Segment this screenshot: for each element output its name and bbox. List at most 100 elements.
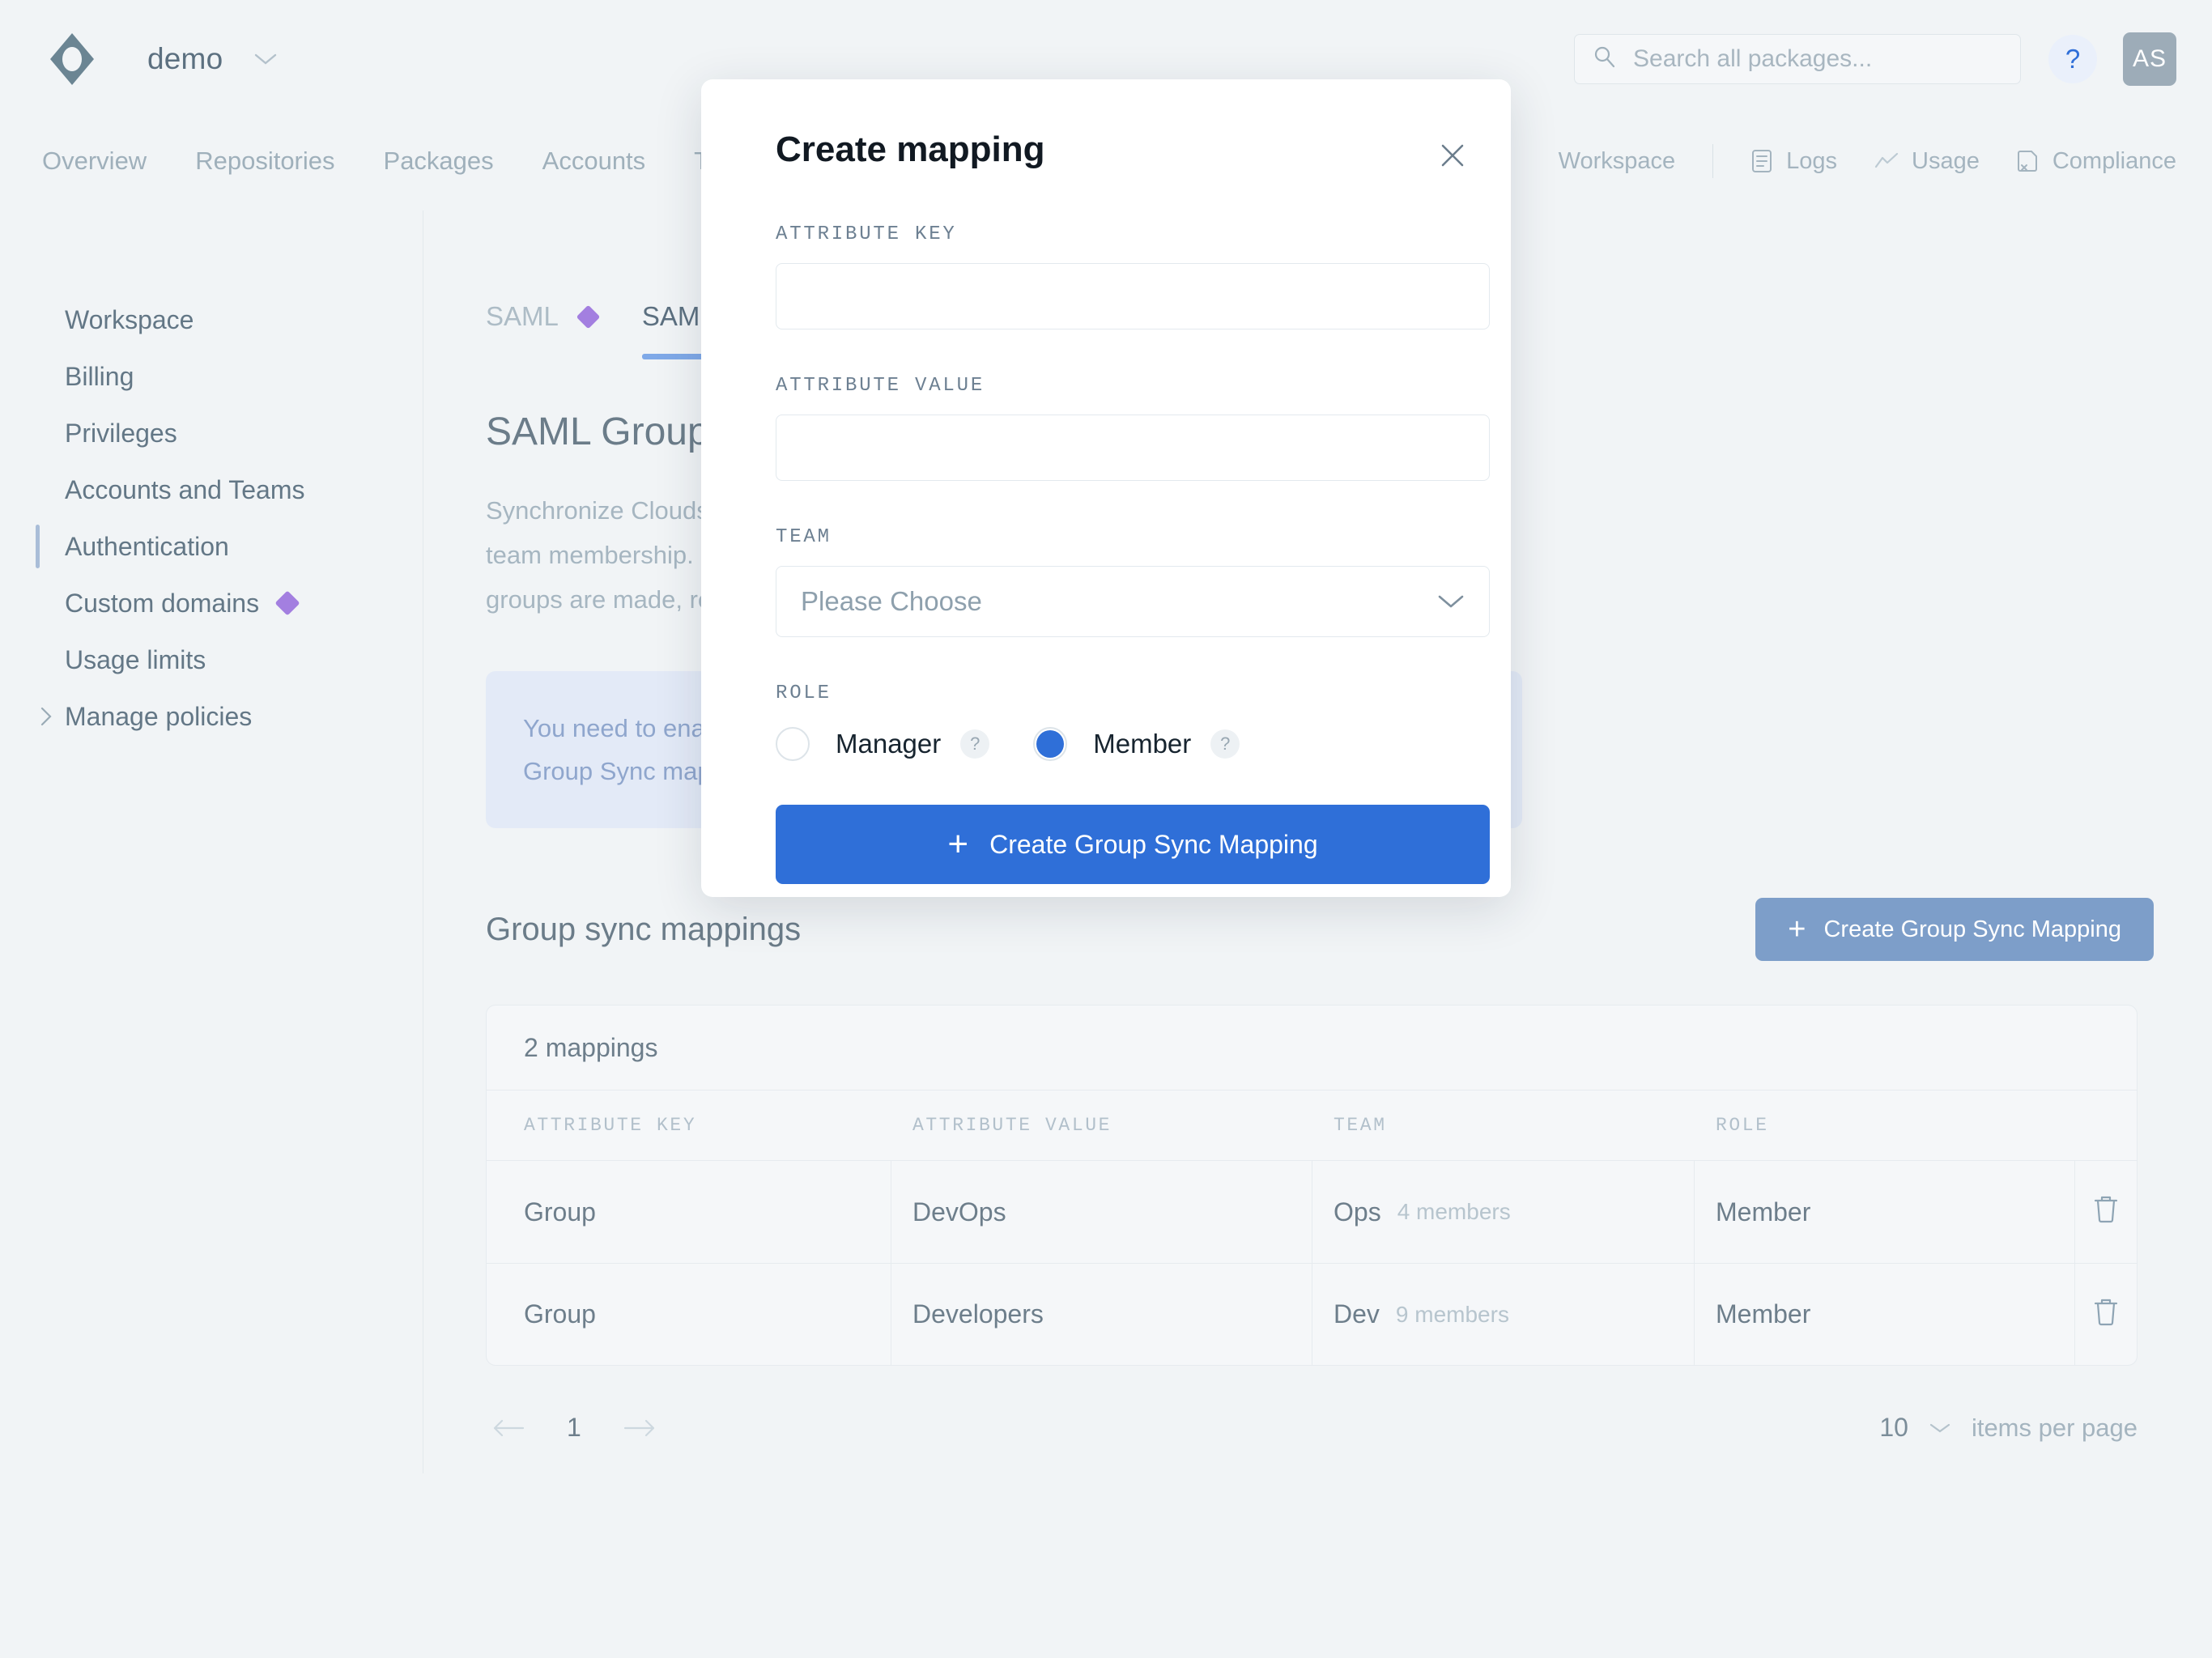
column-header-team: TEAM [1334, 1115, 1387, 1136]
sidebar-item-label: Billing [65, 362, 134, 392]
cell-attribute-value: Developers [891, 1264, 1312, 1365]
team-label: TEAM [776, 526, 1436, 548]
new-feature-diamond-icon [576, 304, 601, 329]
sidebar-item-custom-domains[interactable]: Custom domains [0, 575, 423, 631]
cell-team-members: 9 members [1396, 1302, 1509, 1328]
new-feature-diamond-icon [275, 590, 300, 615]
role-member-radio[interactable] [1033, 727, 1067, 761]
cell-attribute-value: DevOps [891, 1161, 1312, 1263]
table-summary: 2 mappings [487, 1005, 2137, 1090]
sidebar-item-label: Custom domains [65, 589, 259, 619]
search-icon [1593, 45, 1617, 73]
table-row[interactable]: Group Developers Dev 9 members Member [487, 1263, 2137, 1365]
sidebar-item-workspace[interactable]: Workspace [0, 291, 423, 348]
nav-item-compliance[interactable]: Compliance [2017, 148, 2176, 175]
help-button[interactable]: ? [2048, 35, 2097, 83]
sidebar-item-privileges[interactable]: Privileges [0, 405, 423, 461]
sidebar-item-manage-policies[interactable]: Manage policies [0, 688, 423, 745]
column-header-attribute-value: ATTRIBUTE VALUE [912, 1115, 1112, 1136]
compliance-icon [2017, 149, 2040, 173]
create-mapping-modal: Create mapping ATTRIBUTE KEY ATTRIBUTE V… [701, 79, 1511, 897]
cell-team: Ops 4 members [1312, 1161, 1695, 1263]
role-manager-help-icon[interactable]: ? [960, 729, 989, 759]
sidebar-item-authentication[interactable]: Authentication [0, 518, 423, 575]
plus-icon: + [947, 827, 968, 862]
chevron-down-icon [1437, 593, 1465, 610]
cell-team-name: Dev [1334, 1299, 1380, 1329]
cloudsmith-diamond-logo-icon[interactable] [42, 29, 102, 89]
delete-mapping-button[interactable] [2075, 1161, 2137, 1263]
close-icon[interactable] [1430, 133, 1475, 178]
sidebar-item-label: Authentication [65, 532, 229, 562]
sidebar-item-label: Usage limits [65, 645, 206, 675]
role-radio-group: Manager ? Member ? [776, 727, 1436, 761]
search-input[interactable]: Search all packages... [1574, 34, 2021, 84]
section-header: Group sync mappings + Create Group Sync … [486, 898, 2154, 961]
create-group-sync-mapping-button[interactable]: + Create Group Sync Mapping [1755, 898, 2154, 961]
previous-page-button[interactable] [486, 1418, 531, 1439]
nav-item-repositories[interactable]: Repositories [195, 147, 334, 176]
pagination: 1 10 items per page [486, 1413, 2138, 1443]
delete-mapping-button[interactable] [2075, 1264, 2137, 1365]
sidebar-item-label: Manage policies [65, 702, 252, 732]
team-select-placeholder: Please Choose [801, 586, 982, 617]
role-member-help-icon[interactable]: ? [1210, 729, 1240, 759]
role-manager-radio[interactable] [776, 727, 810, 761]
logs-icon [1750, 149, 1773, 173]
cell-attribute-key: Group [487, 1161, 891, 1263]
search-placeholder: Search all packages... [1633, 45, 1872, 73]
nav-item-usage[interactable]: Usage [1874, 148, 1980, 175]
usage-chart-icon [1874, 151, 1899, 172]
sidebar-item-usage-limits[interactable]: Usage limits [0, 631, 423, 688]
nav-item-logs-label: Logs [1786, 148, 1837, 175]
top-bar-right: Search all packages... ? AS [1574, 32, 2176, 86]
attribute-value-input[interactable] [776, 414, 1490, 481]
sidebar: Workspace Billing Privileges Accounts an… [0, 291, 423, 745]
items-per-page-control[interactable]: 10 items per page [1879, 1413, 2138, 1443]
main-nav-left: Overview Repositories Packages Accounts … [42, 147, 816, 176]
sidebar-item-billing[interactable]: Billing [0, 348, 423, 405]
table-row[interactable]: Group DevOps Ops 4 members Member [487, 1161, 2137, 1263]
chevron-down-icon [1929, 1422, 1950, 1434]
attribute-key-label: ATTRIBUTE KEY [776, 223, 1436, 245]
column-header-role: ROLE [1716, 1115, 1769, 1136]
attribute-value-label: ATTRIBUTE VALUE [776, 375, 1436, 397]
main-nav-right: Workspace Logs Usage [1521, 144, 2176, 178]
org-name[interactable]: demo [147, 42, 223, 76]
trash-icon [2092, 1193, 2120, 1231]
nav-item-workspace[interactable]: Workspace [1559, 148, 1676, 175]
column-header-attribute-key: ATTRIBUTE KEY [524, 1115, 696, 1136]
modal-title: Create mapping [776, 130, 1045, 170]
tab-saml-label: SAML [486, 301, 559, 332]
sidebar-item-label: Accounts and Teams [65, 475, 304, 505]
role-manager-label: Manager [836, 729, 941, 759]
team-select[interactable]: Please Choose [776, 566, 1490, 637]
current-page-number[interactable]: 1 [567, 1413, 581, 1443]
arrow-right-icon [623, 1418, 657, 1439]
next-page-button[interactable] [617, 1418, 662, 1439]
nav-item-compliance-label: Compliance [2052, 148, 2176, 175]
submit-create-group-sync-mapping-button[interactable]: + Create Group Sync Mapping [776, 805, 1490, 884]
cell-team-members: 4 members [1397, 1199, 1511, 1225]
nav-item-accounts[interactable]: Accounts [542, 147, 646, 176]
section-title: Group sync mappings [486, 912, 801, 948]
role-label: ROLE [776, 682, 1436, 704]
tab-saml[interactable]: SAML [486, 301, 597, 359]
nav-divider [1712, 144, 1713, 178]
chevron-down-icon[interactable] [253, 47, 278, 71]
attribute-key-input[interactable] [776, 263, 1490, 329]
role-member-label: Member [1093, 729, 1191, 759]
nav-item-logs[interactable]: Logs [1750, 148, 1837, 175]
items-per-page-value: 10 [1879, 1413, 1908, 1443]
items-per-page-label: items per page [1972, 1414, 2138, 1443]
sidebar-item-accounts-and-teams[interactable]: Accounts and Teams [0, 461, 423, 518]
submit-label: Create Group Sync Mapping [989, 830, 1318, 860]
nav-item-overview[interactable]: Overview [42, 147, 147, 176]
avatar[interactable]: AS [2123, 32, 2176, 86]
cell-team-name: Ops [1334, 1197, 1381, 1227]
nav-item-packages[interactable]: Packages [384, 147, 494, 176]
cell-attribute-key: Group [487, 1264, 891, 1365]
cell-team: Dev 9 members [1312, 1264, 1695, 1365]
chevron-right-icon [37, 706, 55, 727]
sidebar-item-label: Workspace [65, 305, 194, 335]
